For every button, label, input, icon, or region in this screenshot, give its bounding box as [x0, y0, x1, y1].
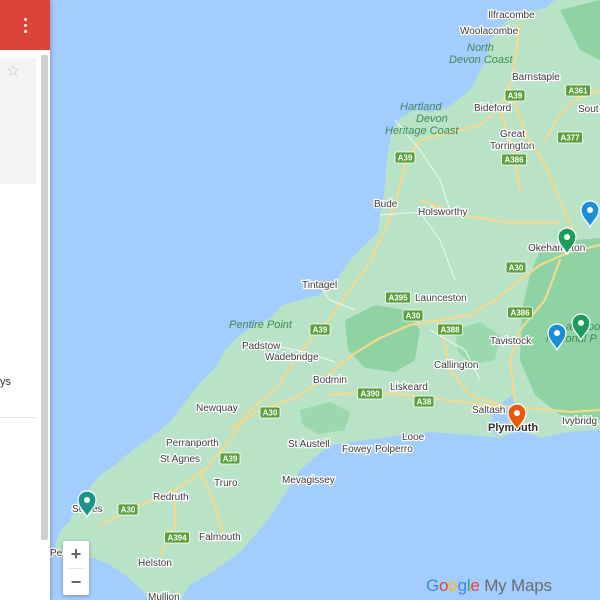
place-label-penzance: Pe	[50, 548, 63, 559]
zoom-out-button[interactable]: −	[63, 569, 89, 596]
place-label-ivybridge: Ivybridg	[562, 416, 597, 427]
place-label-fowey: Fowey	[342, 444, 371, 455]
feature-label-hartland-3: Heritage Coast	[385, 125, 459, 137]
place-label-mevagissey: Mevagissey	[282, 475, 335, 486]
place-label-redruth: Redruth	[153, 492, 189, 503]
road-shield-a390-liskeard: A390	[357, 387, 383, 400]
road-ref-a386-north: A386	[504, 156, 524, 165]
feature-label-north-devon-coast-1: North	[467, 42, 494, 54]
road-ref-a30-newquay: A30	[263, 409, 278, 418]
road-shield-a39-truro: A39	[219, 452, 241, 465]
star-outline-icon[interactable]: ☆	[6, 64, 20, 80]
more-vert-icon[interactable]	[13, 12, 37, 38]
feature-label-pentire-point: Pentire Point	[229, 319, 293, 331]
place-label-newquay: Newquay	[196, 403, 238, 414]
place-label-bideford: Bideford	[474, 103, 511, 114]
road-ref-a39-barnstaple: A39	[508, 92, 523, 101]
road-ref-a361: A361	[568, 87, 588, 96]
place-label-tintagel: Tintagel	[302, 280, 337, 291]
place-label-helston: Helston	[138, 558, 172, 569]
road-ref-a39-north-coast: A39	[398, 154, 413, 163]
road-shield-a361: A361	[565, 84, 591, 97]
place-label-st-austell: St Austell	[288, 439, 330, 450]
place-label-mullion: Mullion	[148, 592, 180, 600]
place-label-barnstaple: Barnstaple	[512, 72, 560, 83]
place-label-ilfracombe: Ilfracombe	[488, 10, 535, 21]
pin-dot	[587, 207, 593, 213]
panel-header	[0, 0, 50, 50]
road-shield-a377: A377	[557, 131, 583, 144]
road-shield-a30-launceston: A30	[402, 309, 424, 322]
feature-label-hartland-2: Devon	[416, 113, 448, 125]
road-shield-a394: A394	[164, 531, 190, 544]
road-ref-a30-west: A30	[121, 506, 136, 515]
road-ref-a39-truro: A39	[223, 455, 238, 464]
road-ref-a377: A377	[560, 134, 580, 143]
road-ref-a394: A394	[167, 534, 187, 543]
zoom-in-button[interactable]: +	[63, 541, 89, 568]
road-ref-a39-wadebridge: A39	[313, 326, 328, 335]
road-shield-a38: A38	[413, 395, 435, 408]
place-label-bodmin: Bodmin	[313, 375, 347, 386]
place-label-looe: Looe	[402, 432, 425, 443]
pin-dot	[578, 320, 584, 326]
place-label-truro: Truro	[214, 478, 238, 489]
road-shield-a386-north: A386	[501, 153, 527, 166]
google-my-maps-logo: Google My Maps	[426, 576, 552, 596]
road-ref-a390-liskeard: A390	[360, 390, 380, 399]
road-shield-a386-tavistock: A386	[507, 306, 533, 319]
panel-divider	[0, 417, 36, 418]
place-label-falmouth: Falmouth	[199, 532, 241, 543]
panel-partial-text: ys	[0, 376, 11, 388]
feature-label-hartland-1: Hartland	[400, 101, 442, 113]
road-shield-a39-north-coast: A39	[394, 151, 416, 164]
place-label-tavistock: Tavistock	[490, 336, 532, 347]
place-label-south: Sout	[578, 104, 599, 115]
layer-panel: ☆ ys	[0, 0, 50, 600]
place-label-torrington: Torrington	[490, 141, 534, 152]
map-canvas[interactable]: Ilfracombe Woolacombe Barnstaple Bideford So…	[0, 0, 600, 600]
place-label-st-agnes: St Agnes	[160, 454, 200, 465]
road-shield-a30-west: A30	[117, 503, 139, 516]
road-shield-a30-newquay: A30	[259, 406, 281, 419]
pin-dot	[84, 497, 90, 503]
place-label-great: Great	[500, 129, 525, 140]
road-ref-a30-launceston: A30	[406, 312, 421, 321]
place-label-saltash: Saltash	[472, 405, 505, 416]
place-label-perranporth: Perranporth	[166, 438, 219, 449]
road-ref-a395: A395	[388, 294, 408, 303]
place-label-wadebridge: Wadebridge	[265, 352, 319, 363]
road-shield-a388: A388	[437, 323, 463, 336]
road-shield-a39-barnstaple: A39	[504, 89, 526, 102]
zoom-control: + −	[63, 541, 89, 595]
place-label-launceston: Launceston	[415, 293, 467, 304]
brand-google: Google	[426, 576, 480, 595]
pin-dot	[514, 410, 520, 416]
place-label-woolacombe: Woolacombe	[460, 26, 519, 37]
place-label-okehampton: Okehampton	[528, 243, 585, 254]
road-shield-a395: A395	[385, 291, 411, 304]
place-label-polperro: Polperro	[375, 444, 413, 455]
pin-dot	[564, 234, 570, 240]
road-shield-a39-wadebridge: A39	[309, 323, 331, 336]
road-ref-a386-tavistock: A386	[510, 309, 530, 318]
road-ref-a38: A38	[417, 398, 432, 407]
place-label-callington: Callington	[434, 360, 478, 371]
place-label-bude: Bude	[374, 199, 398, 210]
place-label-holsworthy: Holsworthy	[418, 207, 467, 218]
road-shield-a30-okehampton: A30	[505, 261, 527, 274]
brand-my-maps: My Maps	[479, 576, 552, 595]
feature-label-north-devon-coast-2: Devon Coast	[449, 54, 514, 66]
pin-dot	[554, 330, 560, 336]
place-label-padstow: Padstow	[242, 341, 281, 352]
place-label-liskeard: Liskeard	[390, 382, 428, 393]
road-ref-a30-okehampton: A30	[509, 264, 524, 273]
road-ref-a388: A388	[440, 326, 460, 335]
panel-scrollbar[interactable]	[41, 55, 48, 540]
